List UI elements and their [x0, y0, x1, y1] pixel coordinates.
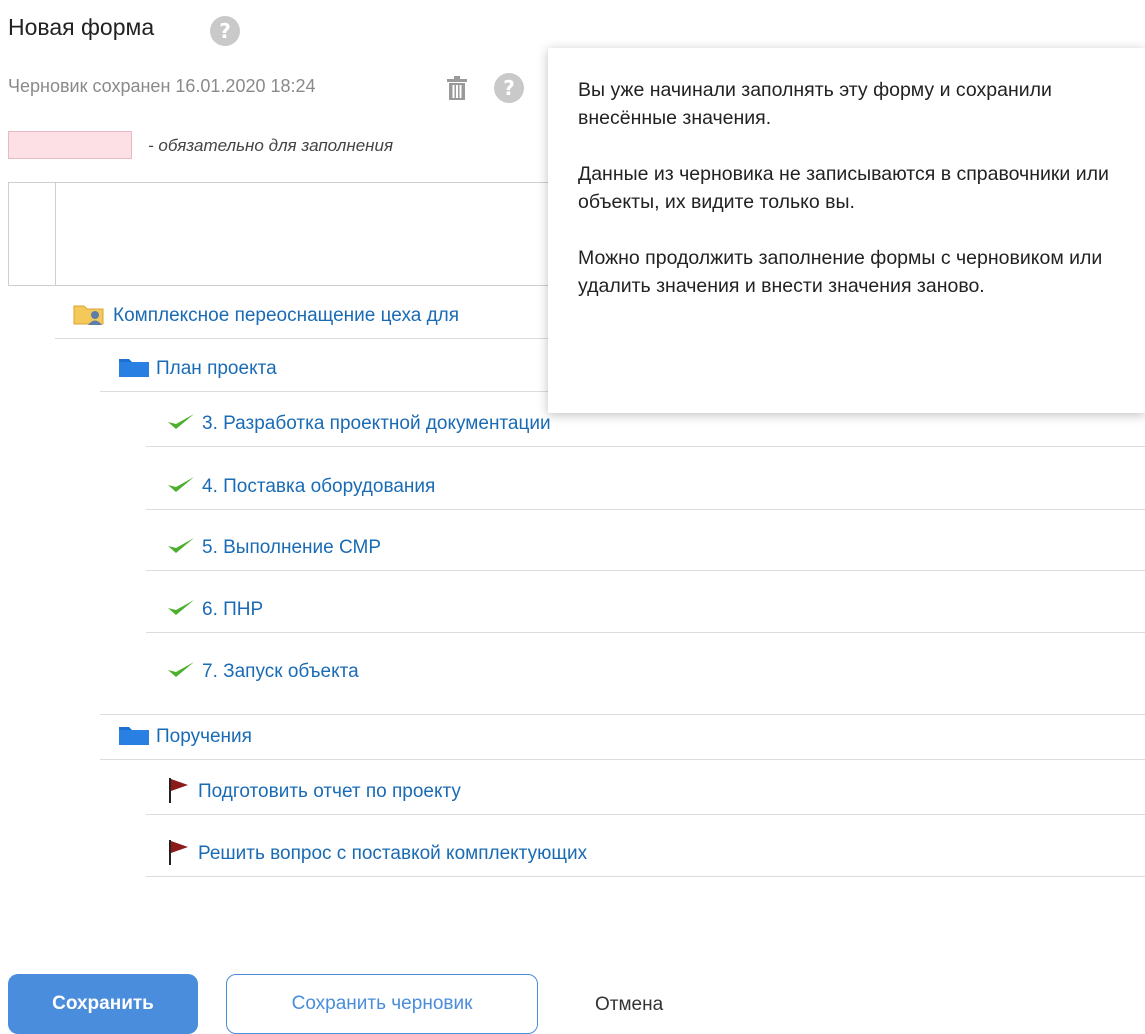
tree-item-link[interactable]: 5. Выполнение СМР [202, 537, 381, 559]
tooltip-paragraph: Вы уже начинали заполнять эту форму и со… [578, 79, 1052, 129]
tree-item-link[interactable]: Решить вопрос с поставкой комплектующих [198, 843, 587, 865]
draft-tooltip: Вы уже начинали заполнять эту форму и со… [548, 48, 1145, 413]
tree-item[interactable]: 6. ПНР [146, 588, 1145, 633]
checkmark-icon [166, 411, 196, 438]
draft-help-icon[interactable]: ? [494, 73, 524, 103]
tree-root-link[interactable]: Комплексное переоснащение цеха для [113, 305, 459, 327]
tree-group-link[interactable]: План проекта [156, 358, 277, 380]
checkmark-icon [166, 535, 196, 562]
tree-item-link[interactable]: 3. Разработка проектной документации [202, 413, 551, 435]
tree-item[interactable]: 5. Выполнение СМР [146, 526, 1145, 571]
tree-item-link[interactable]: 6. ПНР [202, 599, 263, 621]
flag-icon [166, 838, 192, 871]
tree-item[interactable]: 4. Поставка оборудования [146, 465, 1145, 510]
required-legend-text: - обязательно для заполнения [148, 136, 394, 155]
help-icon[interactable]: ? [210, 16, 240, 46]
tree-item[interactable]: 7. Запуск объекта [146, 650, 1145, 694]
grid-divider [55, 182, 56, 286]
cancel-button[interactable]: Отмена [595, 994, 663, 1016]
tree-item[interactable]: Подготовить отчет по проекту [146, 770, 1145, 815]
folder-icon [118, 724, 150, 751]
tooltip-arrow [538, 84, 548, 104]
tree-item-link[interactable]: 7. Запуск объекта [202, 661, 359, 683]
tree-item-link[interactable]: Подготовить отчет по проекту [198, 781, 461, 803]
folder-icon [118, 356, 150, 383]
tooltip-paragraph: Данные из черновика не записываются в сп… [578, 163, 1109, 213]
save-draft-button[interactable]: Сохранить черновик [226, 974, 538, 1034]
flag-icon [166, 776, 192, 809]
tree-item-link[interactable]: 4. Поставка оборудования [202, 476, 435, 498]
page-title: Новая форма [8, 14, 155, 40]
checkmark-icon [166, 659, 196, 686]
project-folder-icon [73, 302, 107, 331]
tree-item[interactable]: Решить вопрос с поставкой комплектующих [146, 832, 1145, 877]
required-swatch [8, 131, 132, 159]
checkmark-icon [166, 597, 196, 624]
trash-icon[interactable] [444, 75, 470, 106]
save-button[interactable]: Сохранить [8, 974, 198, 1034]
tree-group-tasks[interactable]: Поручения [100, 714, 1145, 760]
checkmark-icon [166, 474, 196, 501]
tree-group-link[interactable]: Поручения [156, 726, 252, 748]
tooltip-paragraph: Можно продолжить заполнение формы с черн… [578, 247, 1103, 297]
draft-status-text: Черновик сохранен 16.01.2020 18:24 [8, 76, 316, 96]
